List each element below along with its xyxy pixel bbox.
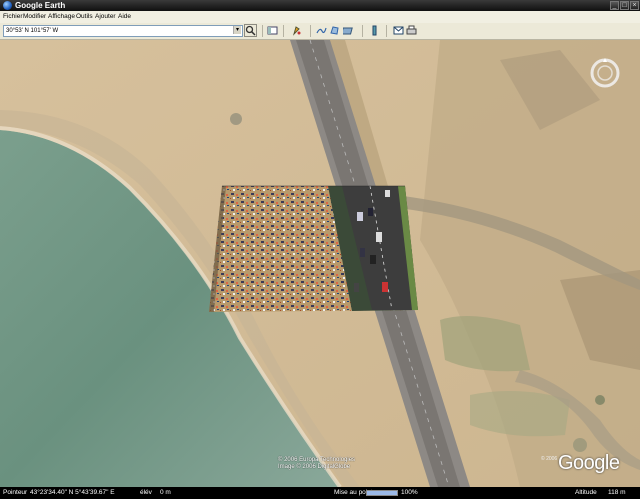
search-history-dropdown[interactable]: ▾ [233, 26, 241, 34]
google-earth-window: Google Earth _ □ × Fichier Modifier Affi… [0, 0, 640, 499]
altitude-value: 118 m [608, 489, 626, 496]
search-button[interactable] [244, 24, 257, 37]
copyright-line-2: Image © 2006 DigitalGlobe [278, 464, 351, 470]
close-button[interactable]: × [630, 1, 639, 10]
minimize-button[interactable]: _ [610, 1, 619, 10]
toolbar: 30°53' N 101°57' W ▾ [0, 23, 640, 40]
placemark-icon[interactable] [291, 25, 302, 36]
menu-outils[interactable]: Outils [76, 11, 93, 23]
pointer-label: Pointeur [3, 489, 28, 496]
earth-3d-view[interactable]: © 2006 Europa Technologies Image © 2006 … [0, 40, 640, 487]
toolbar-separator [310, 25, 311, 37]
elevation-label: élév [140, 489, 152, 496]
pointer-coordinates: 43°23'34.40" N 5°43'39.67" E [30, 489, 115, 496]
copyright-line-1: © 2006 Europa Technologies [278, 457, 356, 463]
elevation-value: 0 m [160, 489, 171, 496]
print-icon[interactable] [406, 25, 417, 36]
altitude-label: Altitude [575, 489, 597, 496]
google-copyright-year: © 2006 [541, 456, 558, 462]
menu-affichage[interactable]: Affichage [48, 11, 75, 23]
streaming-progress-bar [366, 490, 398, 496]
polygon-icon[interactable] [329, 25, 340, 36]
email-icon[interactable] [393, 25, 404, 36]
navigation-compass-icon[interactable] [589, 57, 621, 89]
photo-overlay[interactable] [209, 185, 418, 312]
status-bar: Pointeur 43°23'34.40" N 5°43'39.67" E él… [0, 487, 640, 499]
menu-ajouter[interactable]: Ajouter [95, 11, 116, 23]
window-title: Google Earth [15, 1, 66, 10]
toolbar-separator [262, 25, 263, 37]
maximize-button[interactable]: □ [620, 1, 629, 10]
ruler-icon[interactable] [369, 25, 380, 36]
toolbar-separator [362, 25, 363, 37]
fly-to-search-input[interactable]: 30°53' N 101°57' W [3, 25, 243, 37]
imagery-copyright: © 2006 Europa Technologies Image © 2006 … [278, 457, 355, 471]
menu-aide[interactable]: Aide [118, 11, 131, 23]
title-bar: Google Earth _ □ × [0, 0, 640, 11]
magnifier-icon [245, 25, 256, 36]
toolbar-separator [283, 25, 284, 37]
toolbar-separator [386, 25, 387, 37]
sidebar-icon[interactable] [267, 25, 278, 36]
streaming-percent: 100% [401, 489, 418, 496]
path-icon[interactable] [316, 25, 327, 36]
aerial-imagery [0, 40, 640, 487]
menu-fichier[interactable]: Fichier [3, 11, 23, 23]
menu-modifier[interactable]: Modifier [23, 11, 46, 23]
streaming-progress-fill [367, 491, 397, 495]
overlay-icon[interactable] [340, 25, 354, 36]
google-logo: Google [558, 452, 620, 474]
google-earth-app-icon [3, 1, 12, 10]
